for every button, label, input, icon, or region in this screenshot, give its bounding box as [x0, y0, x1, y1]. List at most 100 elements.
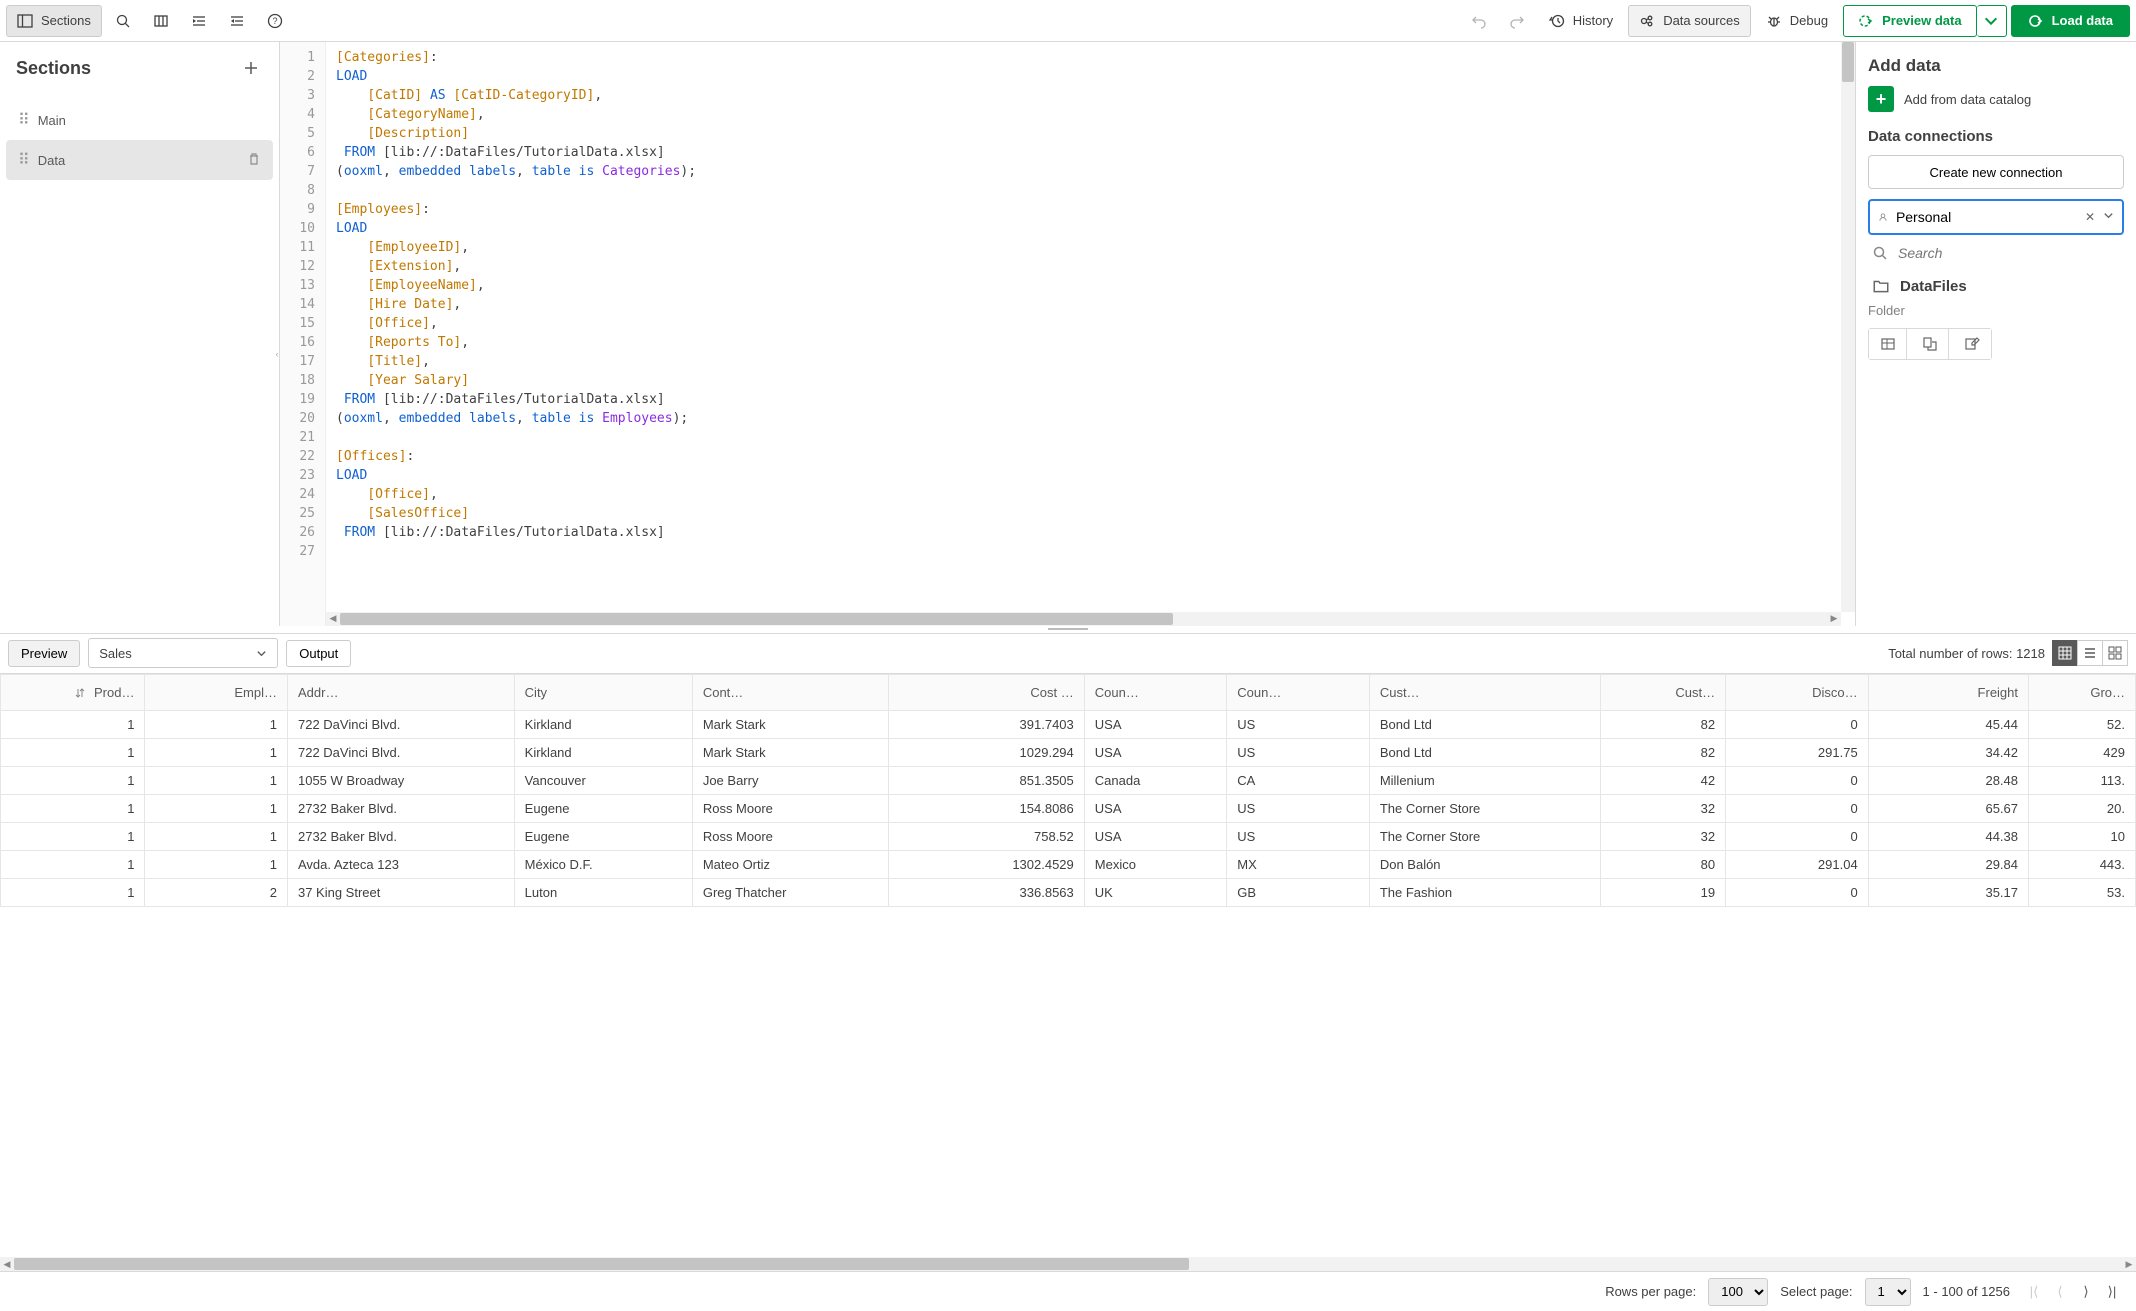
prev-page-button[interactable]: ⟨: [2048, 1280, 2072, 1304]
table-cell: 32: [1601, 822, 1726, 850]
rows-per-page-select[interactable]: 100: [1708, 1278, 1768, 1306]
create-connection-button[interactable]: Create new connection: [1868, 155, 2124, 189]
sidebar-title: Sections: [16, 58, 91, 79]
sort-icon: [74, 687, 86, 699]
column-header[interactable]: Cust…: [1369, 674, 1601, 710]
preview-horizontal-scrollbar[interactable]: ◀▶: [0, 1257, 2136, 1271]
column-header[interactable]: Freight: [1868, 674, 2028, 710]
preview-data-button[interactable]: Preview data: [1843, 5, 1977, 37]
column-header[interactable]: Empl…: [145, 674, 288, 710]
sidebar-collapse-handle[interactable]: ‹: [274, 334, 280, 374]
table-cell: GB: [1227, 878, 1370, 906]
table-cell: 42: [1601, 766, 1726, 794]
column-header[interactable]: Cont…: [692, 674, 888, 710]
load-data-button[interactable]: Load data: [2011, 5, 2130, 37]
connection-search-input[interactable]: [1898, 245, 2120, 261]
table-cell: 1029.294: [888, 738, 1084, 766]
edit-connection-button[interactable]: [1953, 329, 1991, 359]
script-editor[interactable]: ‹ 12345678910111213141516171819202122232…: [280, 42, 1856, 626]
preview-table-wrap[interactable]: Prod…Empl…Addr…CityCont…Cost …Coun…Coun……: [0, 674, 2136, 1258]
section-item[interactable]: ⠿Data: [6, 140, 273, 180]
insert-icon: [1922, 336, 1938, 352]
column-header[interactable]: Prod…: [1, 674, 145, 710]
editor-vertical-scrollbar[interactable]: [1841, 42, 1855, 612]
column-header[interactable]: Disco…: [1726, 674, 1869, 710]
help-button[interactable]: ?: [258, 5, 292, 37]
table-row[interactable]: 11722 DaVinci Blvd.KirklandMark Stark102…: [1, 738, 2136, 766]
column-header[interactable]: Cust…: [1601, 674, 1726, 710]
preview-bar: Preview Sales Output Total number of row…: [0, 634, 2136, 674]
redo-button[interactable]: [1500, 5, 1534, 37]
table-cell: The Corner Store: [1369, 822, 1601, 850]
table-row[interactable]: 111055 W BroadwayVancouverJoe Barry851.3…: [1, 766, 2136, 794]
table-row[interactable]: 1237 King StreetLutonGreg Thatcher336.85…: [1, 878, 2136, 906]
horizontal-splitter[interactable]: [0, 626, 2136, 634]
table-cell: US: [1227, 710, 1370, 738]
chevron-down-icon: [1983, 13, 1999, 29]
datafiles-connection[interactable]: DataFiles: [1868, 271, 2124, 301]
insert-script-button[interactable]: [1911, 329, 1949, 359]
view-list-button[interactable]: [2077, 640, 2103, 666]
comment-toggle-button[interactable]: [144, 5, 178, 37]
next-page-button[interactable]: ⟩: [2074, 1280, 2098, 1304]
space-input[interactable]: [1896, 209, 2077, 225]
search-icon: [115, 13, 131, 29]
preview-data-dropdown[interactable]: [1977, 5, 2007, 37]
view-table-button[interactable]: [2052, 640, 2078, 666]
drag-handle-icon[interactable]: ⠿: [18, 110, 28, 130]
table-row[interactable]: 11Avda. Azteca 123México D.F.Mateo Ortiz…: [1, 850, 2136, 878]
space-selector[interactable]: ✕: [1868, 199, 2124, 235]
drag-handle-icon[interactable]: ⠿: [18, 150, 28, 170]
clear-space-icon[interactable]: ✕: [2085, 210, 2095, 224]
column-header[interactable]: Coun…: [1227, 674, 1370, 710]
table-cell: 0: [1726, 878, 1869, 906]
undo-button[interactable]: [1462, 5, 1496, 37]
page-select[interactable]: 1: [1865, 1278, 1911, 1306]
table-row[interactable]: 11722 DaVinci Blvd.KirklandMark Stark391…: [1, 710, 2136, 738]
column-header[interactable]: Addr…: [287, 674, 514, 710]
add-from-catalog-button[interactable]: + Add from data catalog: [1868, 86, 2124, 112]
chevron-down-icon: [256, 648, 267, 659]
table-cell: 1: [145, 710, 288, 738]
delete-section-icon[interactable]: [247, 152, 261, 169]
table-cell: 35.17: [1868, 878, 2028, 906]
table-row[interactable]: 112732 Baker Blvd.EugeneRoss Moore758.52…: [1, 822, 2136, 850]
indent-button[interactable]: [182, 5, 216, 37]
table-cell: MX: [1227, 850, 1370, 878]
history-button[interactable]: History: [1538, 5, 1624, 37]
table-cell: Eugene: [514, 794, 692, 822]
select-data-button[interactable]: [1869, 329, 1907, 359]
table-cell: 722 DaVinci Blvd.: [287, 710, 514, 738]
table-cell: 1: [145, 850, 288, 878]
output-tab[interactable]: Output: [286, 640, 351, 667]
first-page-button[interactable]: |⟨: [2022, 1280, 2046, 1304]
section-item[interactable]: ⠿ Main: [6, 100, 273, 140]
user-icon: [1878, 210, 1888, 224]
outdent-button[interactable]: [220, 5, 254, 37]
preview-tab[interactable]: Preview: [8, 640, 80, 667]
search-button[interactable]: [106, 5, 140, 37]
debug-button[interactable]: Debug: [1755, 5, 1839, 37]
column-header[interactable]: City: [514, 674, 692, 710]
last-page-button[interactable]: ⟩|: [2100, 1280, 2124, 1304]
column-header[interactable]: Coun…: [1084, 674, 1227, 710]
code-content[interactable]: [Categories]:LOAD [CatID] AS [CatID-Cate…: [326, 42, 1855, 567]
sections-toggle-button[interactable]: Sections: [6, 5, 102, 37]
column-header[interactable]: Gro…: [2029, 674, 2136, 710]
select-page-label: Select page:: [1780, 1284, 1852, 1299]
column-header[interactable]: Cost …: [888, 674, 1084, 710]
space-dropdown-icon[interactable]: [2103, 210, 2114, 224]
table-cell: 37 King Street: [287, 878, 514, 906]
data-sources-button[interactable]: Data sources: [1628, 5, 1751, 37]
editor-horizontal-scrollbar[interactable]: ◀▶: [326, 612, 1841, 626]
panel-icon: [17, 13, 33, 29]
table-cell: 291.75: [1726, 738, 1869, 766]
view-grid-button[interactable]: [2102, 640, 2128, 666]
preview-table-select[interactable]: Sales: [88, 638, 278, 668]
table-row[interactable]: 112732 Baker Blvd.EugeneRoss Moore154.80…: [1, 794, 2136, 822]
connection-search[interactable]: [1868, 235, 2124, 271]
table-cell: 2732 Baker Blvd.: [287, 794, 514, 822]
section-label: Main: [38, 113, 66, 128]
svg-text:?: ?: [272, 16, 277, 26]
add-section-button[interactable]: [239, 56, 263, 80]
